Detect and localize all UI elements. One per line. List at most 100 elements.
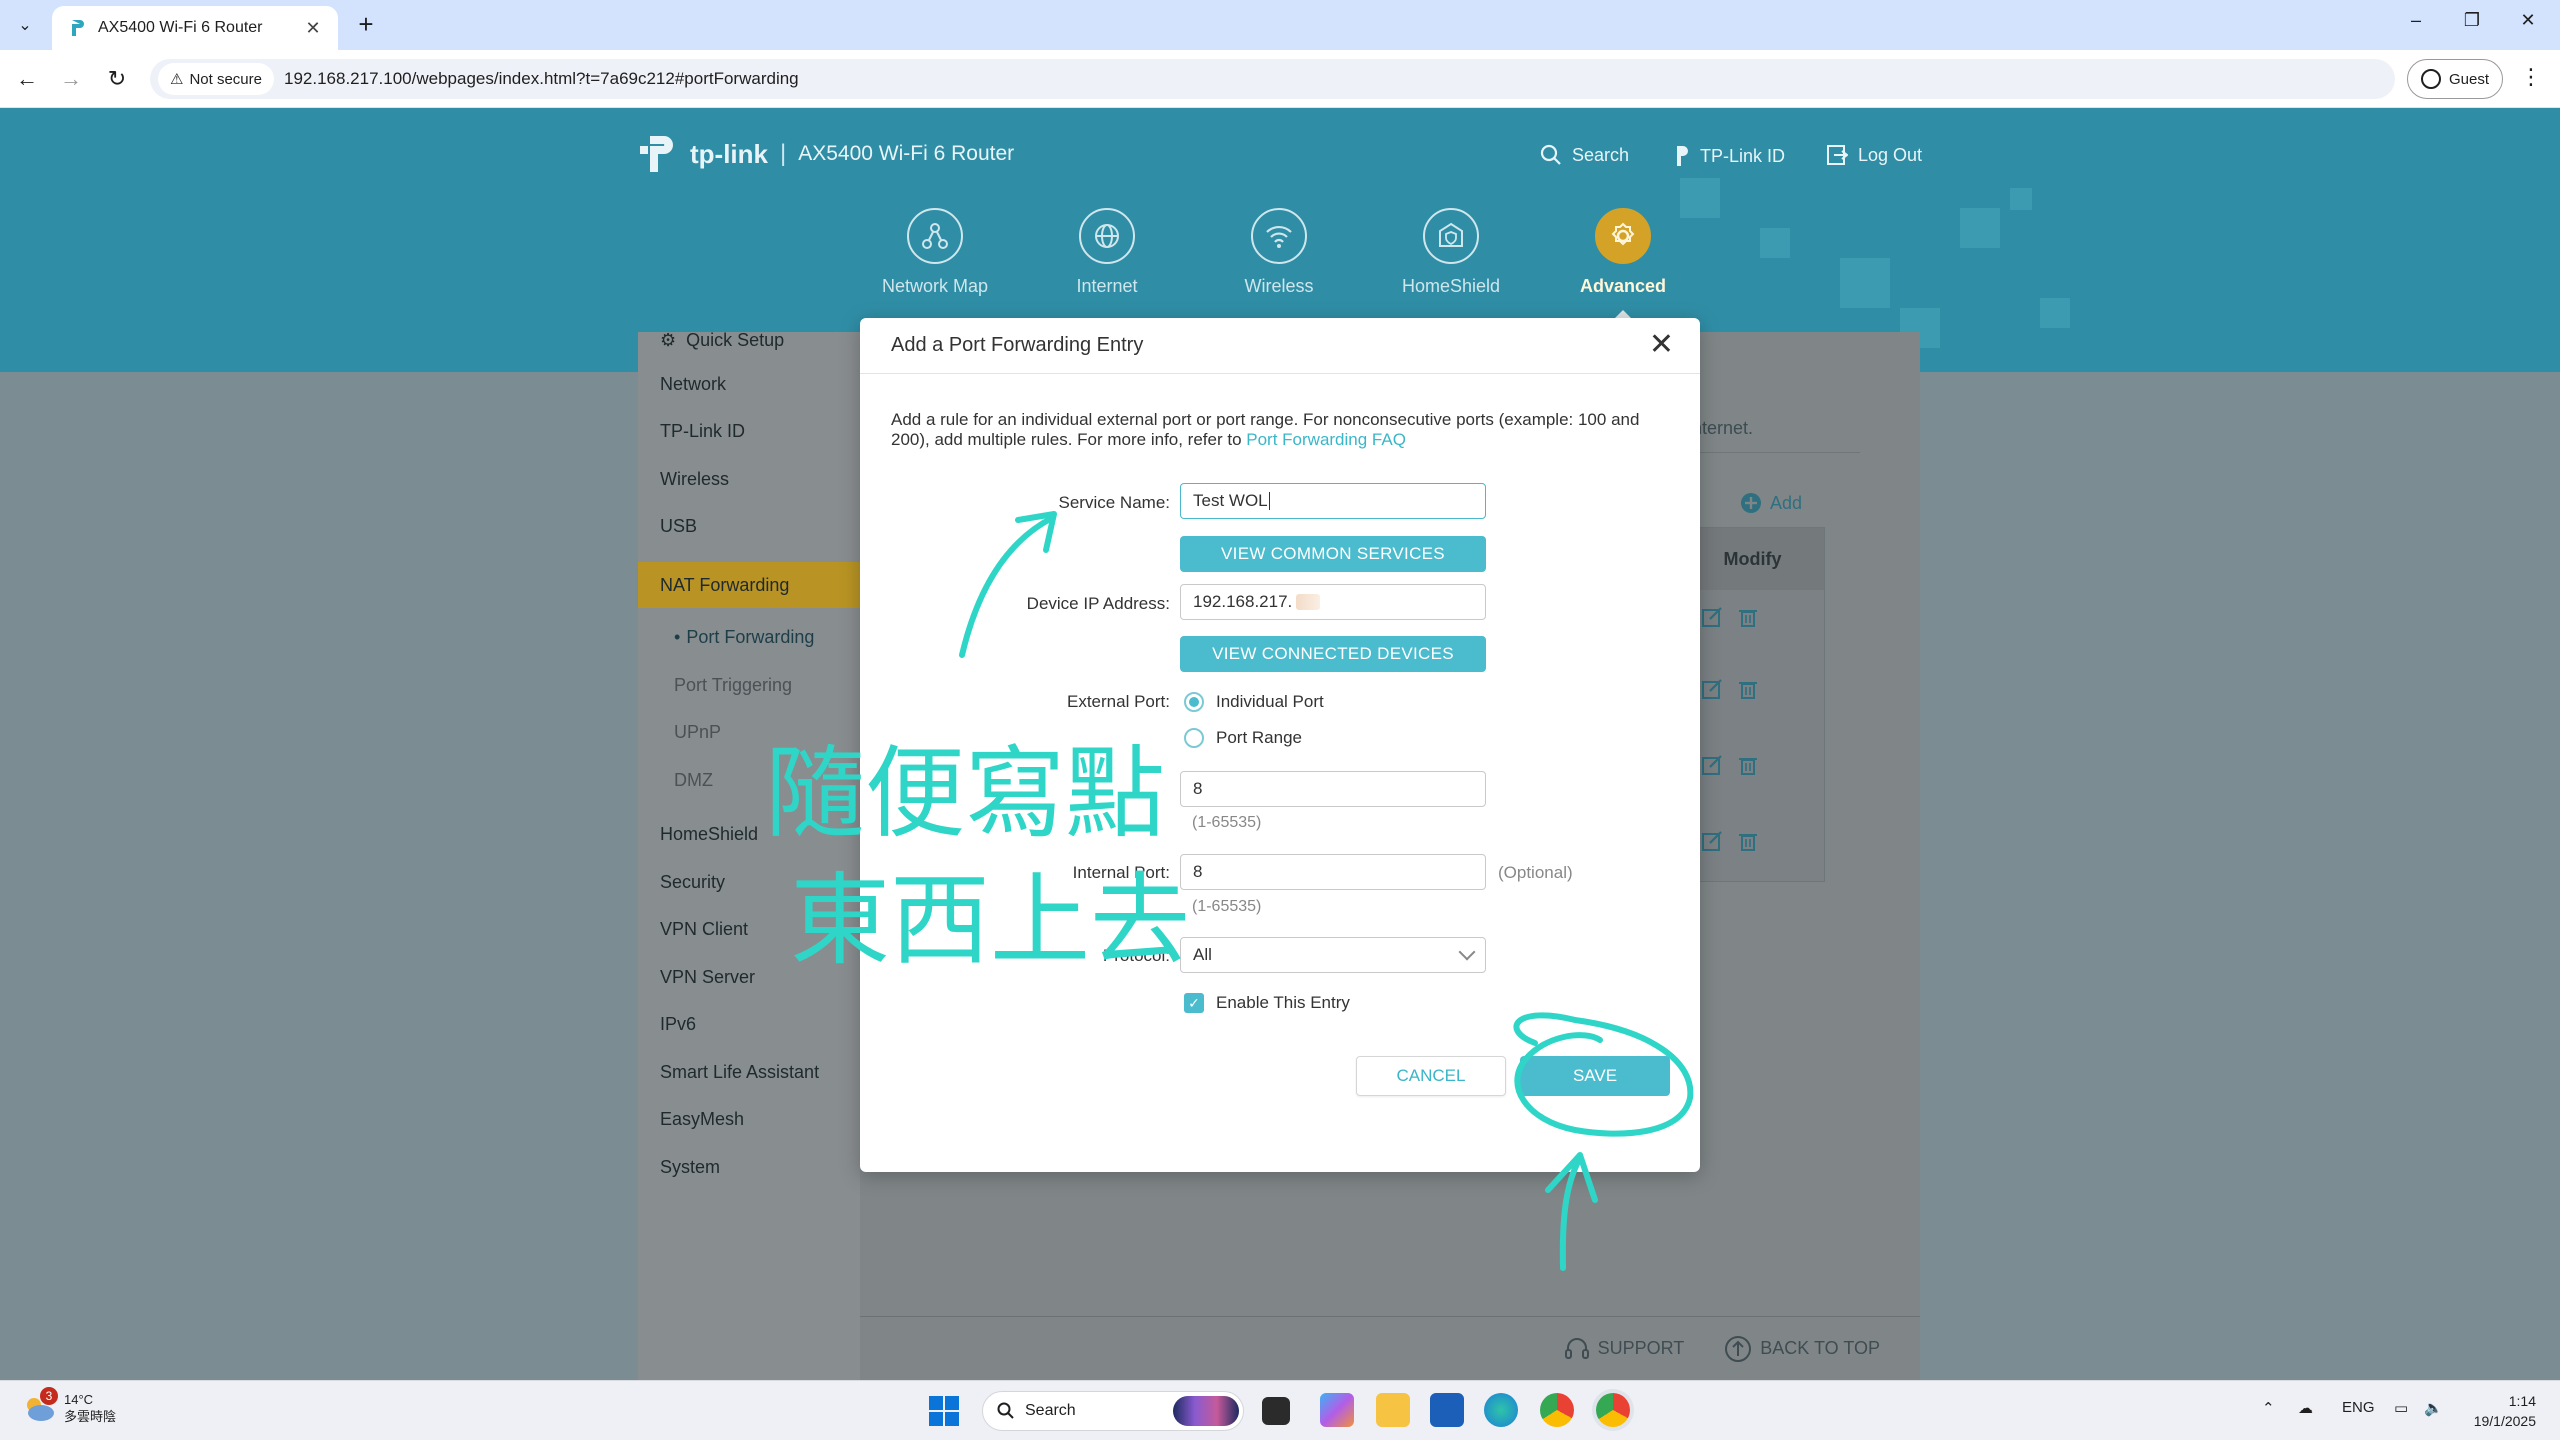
tplink-id-icon xyxy=(1677,146,1688,166)
tab-search-button[interactable]: ⌄ xyxy=(10,11,40,39)
system-clock[interactable]: 1:14 19/1/2025 xyxy=(2456,1391,2536,1431)
taskbar-search-box[interactable]: Search xyxy=(982,1391,1244,1431)
restore-button[interactable]: ❐ xyxy=(2452,10,2492,31)
table-row xyxy=(1701,606,1759,628)
back-icon[interactable]: ← xyxy=(12,64,42,94)
edit-icon[interactable] xyxy=(1701,754,1723,776)
nav-network-map[interactable]: Network Map xyxy=(860,208,1010,297)
header-search-link[interactable]: Search xyxy=(1540,144,1629,166)
tab-close-icon[interactable]: ✕ xyxy=(302,18,324,39)
copilot-icon[interactable] xyxy=(1320,1393,1354,1427)
language-indicator[interactable]: ENG xyxy=(2342,1399,2375,1416)
sidebar-item-vpn-client[interactable]: VPN Client xyxy=(638,909,860,949)
edit-icon[interactable] xyxy=(1701,678,1723,700)
nav-wireless[interactable]: Wireless xyxy=(1204,208,1354,297)
trash-icon[interactable] xyxy=(1737,830,1759,852)
port-forwarding-faq-link[interactable]: Port Forwarding FAQ xyxy=(1246,430,1406,449)
security-chip[interactable]: ⚠ Not secure xyxy=(158,63,274,95)
sidebar-item-dmz[interactable]: DMZ xyxy=(638,760,860,800)
save-button[interactable]: SAVE xyxy=(1520,1056,1670,1096)
weather-widget[interactable]: 3 14°C 多雲時陰 xyxy=(22,1387,117,1425)
sidebar-item-security[interactable]: Security xyxy=(638,862,860,902)
enable-entry-label: Enable This Entry xyxy=(1216,993,1350,1012)
sidebar-item-tplink-id[interactable]: TP-Link ID xyxy=(638,411,860,451)
onedrive-icon[interactable]: ☁ xyxy=(2298,1399,2313,1417)
sidebar-item-port-forwarding[interactable]: Port Forwarding xyxy=(638,617,860,657)
file-explorer-icon[interactable] xyxy=(1376,1393,1410,1427)
sidebar-item-ipv6[interactable]: IPv6 xyxy=(638,1004,860,1044)
tplink-logo[interactable]: tp-link | AX5400 Wi-Fi 6 Router xyxy=(638,132,1014,176)
reload-icon[interactable]: ↻ xyxy=(102,64,132,94)
view-connected-devices-button[interactable]: VIEW CONNECTED DEVICES xyxy=(1180,636,1486,672)
sidebar-item-port-triggering[interactable]: Port Triggering xyxy=(638,665,860,705)
omnibox[interactable]: ⚠ Not secure 192.168.217.100/webpages/in… xyxy=(150,59,2395,99)
sidebar-item-usb[interactable]: USB xyxy=(638,506,860,546)
profile-button[interactable]: Guest xyxy=(2407,59,2503,99)
new-tab-button[interactable]: + xyxy=(352,11,380,39)
trash-icon[interactable] xyxy=(1737,754,1759,776)
service-name-input[interactable]: Test WOL xyxy=(1180,483,1486,519)
sidebar-item-wireless[interactable]: Wireless xyxy=(638,459,860,499)
weather-description: 多雲時陰 xyxy=(64,1409,117,1424)
internal-port-input[interactable]: 8 xyxy=(1180,854,1486,890)
external-port-input[interactable]: 8 xyxy=(1180,771,1486,807)
nav-homeshield[interactable]: HomeShield xyxy=(1376,208,1526,297)
sidebar-item-vpn-server[interactable]: VPN Server xyxy=(638,957,860,997)
tray-overflow-icon[interactable]: ⌃ xyxy=(2262,1399,2275,1417)
trash-icon[interactable] xyxy=(1737,678,1759,700)
support-link[interactable]: SUPPORT xyxy=(1564,1336,1684,1362)
sidebar-item-smart-life[interactable]: Smart Life Assistant xyxy=(638,1052,860,1092)
header-logout-link[interactable]: Log Out xyxy=(1826,144,1922,166)
view-common-services-button[interactable]: VIEW COMMON SERVICES xyxy=(1180,536,1486,572)
window-close-button[interactable]: ✕ xyxy=(2508,10,2548,31)
sidebar-item-upnp[interactable]: UPnP xyxy=(638,712,860,752)
volume-icon[interactable]: 🔈 xyxy=(2424,1399,2443,1417)
edit-icon[interactable] xyxy=(1701,606,1723,628)
cloud-weather-icon: 3 xyxy=(22,1387,58,1423)
sidebar-item-homeshield[interactable]: HomeShield xyxy=(638,814,860,854)
minimize-button[interactable]: – xyxy=(2396,10,2436,31)
device-ip-input[interactable]: 192.168.217. xyxy=(1180,584,1486,620)
taskbar-search-label: Search xyxy=(1025,1402,1076,1419)
chrome-active-icon[interactable] xyxy=(1596,1393,1630,1427)
url-text[interactable]: 192.168.217.100/webpages/index.html?t=7a… xyxy=(284,69,799,89)
internet-text-fragment: nternet. xyxy=(1692,418,1754,438)
cancel-button[interactable]: CANCEL xyxy=(1356,1056,1506,1096)
browser-menu-icon[interactable]: ⋮ xyxy=(2520,64,2542,90)
external-port-label: External Port: xyxy=(1067,692,1170,711)
task-view-icon[interactable] xyxy=(1262,1397,1290,1425)
individual-port-radio[interactable]: Individual Port xyxy=(1184,692,1324,712)
back-to-top-link[interactable]: BACK TO TOP xyxy=(1724,1335,1880,1363)
forward-icon[interactable]: → xyxy=(56,64,86,94)
chrome-icon[interactable] xyxy=(1540,1393,1574,1427)
address-bar: ← → ↻ ⚠ Not secure 192.168.217.100/webpa… xyxy=(0,50,2560,108)
nav-homeshield-label: HomeShield xyxy=(1401,276,1501,296)
external-port-hint: (1-65535) xyxy=(1192,814,1262,831)
add-entry-button[interactable]: Add xyxy=(1740,492,1802,514)
edit-icon[interactable] xyxy=(1701,830,1723,852)
edge-icon[interactable] xyxy=(1484,1393,1518,1427)
browser-tab[interactable]: AX5400 Wi-Fi 6 Router ✕ xyxy=(52,6,338,50)
internal-port-value: 8 xyxy=(1193,862,1203,881)
sidebar-item-network[interactable]: Network xyxy=(638,364,860,404)
sidebar-item-nat-forwarding[interactable]: NAT Forwarding xyxy=(638,562,860,608)
header-tplinkid-link[interactable]: TP-Link ID xyxy=(1670,144,1785,168)
enable-entry-checkbox[interactable]: ✓ Enable This Entry xyxy=(1184,993,1350,1013)
network-icon[interactable]: ▭ xyxy=(2394,1399,2408,1417)
brand-name: tp-link xyxy=(690,138,768,169)
trash-icon[interactable] xyxy=(1737,606,1759,628)
sidebar-item-system[interactable]: System xyxy=(638,1147,860,1187)
microsoft-store-icon[interactable] xyxy=(1430,1393,1464,1427)
nav-internet[interactable]: Internet xyxy=(1032,208,1182,297)
profile-label: Guest xyxy=(2448,70,2490,88)
windows-start-icon[interactable] xyxy=(928,1395,960,1427)
nav-advanced[interactable]: Advanced xyxy=(1548,208,1698,319)
sidebar-item-easymesh[interactable]: EasyMesh xyxy=(638,1099,860,1139)
clock-time: 1:14 xyxy=(2508,1393,2536,1409)
rules-table-fragment: Modify xyxy=(1680,527,1825,882)
dialog-close-icon[interactable]: ✕ xyxy=(1649,330,1674,360)
protocol-select[interactable]: All xyxy=(1180,937,1486,973)
windows-taskbar: 3 14°C 多雲時陰 Search ⌃ ☁ ENG ▭ 🔈 1:14 19/1… xyxy=(0,1380,2560,1440)
port-range-radio[interactable]: Port Range xyxy=(1184,728,1302,748)
sidebar-item-quick-setup[interactable]: ⚙ Quick Setup xyxy=(638,320,860,360)
